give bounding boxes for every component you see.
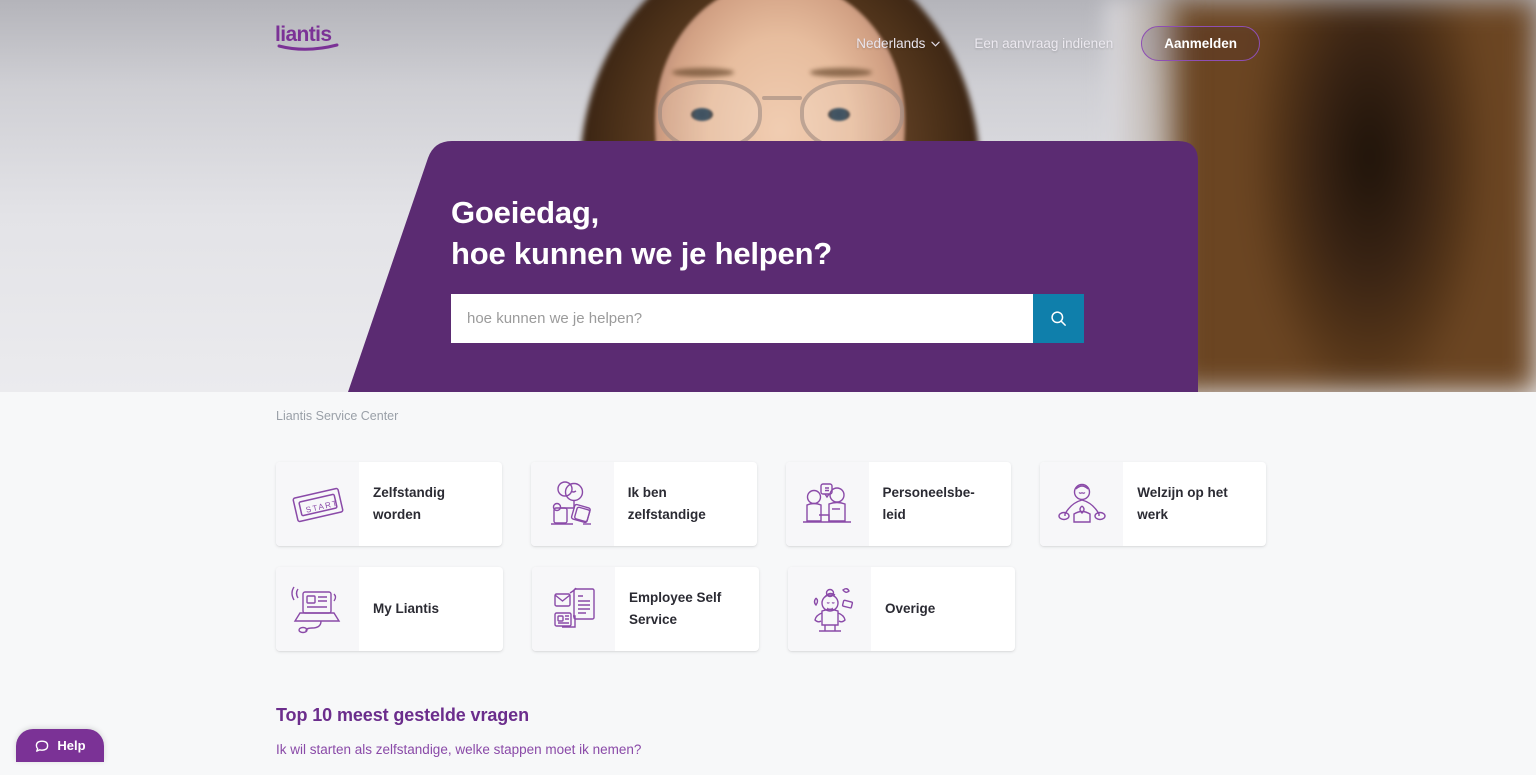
card-label: Employee Self Service	[629, 590, 722, 627]
chevron-down-icon	[931, 41, 941, 47]
language-label: Nederlands	[856, 36, 926, 51]
chat-bubble-icon	[36, 740, 49, 752]
faq-item-1[interactable]: Ik wil starten als zelfstandige, welke s…	[276, 742, 641, 757]
login-button[interactable]: Aanmelden	[1141, 26, 1260, 61]
card-ik-ben-zelfstandige[interactable]: Ik ben zelfstandige	[530, 462, 757, 546]
breadcrumb[interactable]: Liantis Service Center	[276, 409, 398, 423]
category-cards-row-1: START Zelfstandig worden Ik ben zelfstan…	[276, 462, 1266, 546]
category-cards: START Zelfstandig worden Ik ben zelfstan…	[276, 462, 1266, 672]
card-my-liantis[interactable]: My Liantis	[276, 567, 503, 651]
category-cards-row-2: My Liantis Employee Self Service Overige	[276, 567, 1266, 651]
card-welzijn-op-het-werk[interactable]: Welzijn op het werk	[1040, 462, 1266, 546]
hr-people-icon	[785, 462, 869, 546]
card-overige[interactable]: Overige	[788, 567, 1015, 651]
start-ticket-icon: START	[276, 462, 359, 546]
card-personeelsbeleid[interactable]: Personeelsbe-leid	[785, 462, 1012, 546]
header-nav: Nederlands Een aanvraag indienen Aanmeld…	[856, 26, 1260, 61]
liantis-logo[interactable]: liantis	[275, 22, 347, 52]
card-label: My Liantis	[373, 601, 440, 616]
faq-section: Top 10 meest gestelde vragen Ik wil star…	[276, 705, 641, 757]
search-input[interactable]	[451, 294, 1033, 343]
search-icon	[1051, 311, 1066, 326]
svg-text:liantis: liantis	[275, 23, 331, 46]
card-zelfstandig-worden[interactable]: START Zelfstandig worden	[276, 462, 502, 546]
hero-search-bar	[451, 294, 1084, 343]
card-label: Welzijn op het werk	[1137, 485, 1228, 522]
card-label: Zelfstandig worden	[373, 485, 446, 522]
submit-request-link[interactable]: Een aanvraag indienen	[974, 36, 1113, 51]
help-widget-label: Help	[57, 738, 86, 753]
juggling-person-icon	[788, 567, 871, 651]
card-label: Overige	[885, 601, 936, 616]
site-header: liantis Nederlands Een aanvraag indienen…	[0, 0, 1536, 75]
search-button[interactable]	[1033, 294, 1084, 343]
wellbeing-meditation-icon	[1040, 462, 1124, 546]
faq-title: Top 10 meest gestelde vragen	[276, 705, 529, 725]
page-body: Liantis Service Center START Zelfstandig…	[0, 392, 1536, 775]
card-label: Personeelsbe-leid	[882, 485, 975, 522]
logo-icon: liantis	[275, 23, 339, 51]
svg-text:START: START	[304, 498, 339, 514]
card-label: Ik ben zelfstandige	[627, 485, 706, 522]
help-widget-button[interactable]: Help	[16, 729, 104, 762]
laptop-icon	[276, 567, 359, 651]
self-employed-person-icon	[530, 462, 614, 546]
hero-title: Goeiedag, hoe kunnen we je helpen?	[451, 195, 833, 271]
card-employee-self-service[interactable]: Employee Self Service	[532, 567, 759, 651]
language-selector[interactable]: Nederlands	[856, 36, 941, 51]
documents-mail-icon	[532, 567, 615, 651]
